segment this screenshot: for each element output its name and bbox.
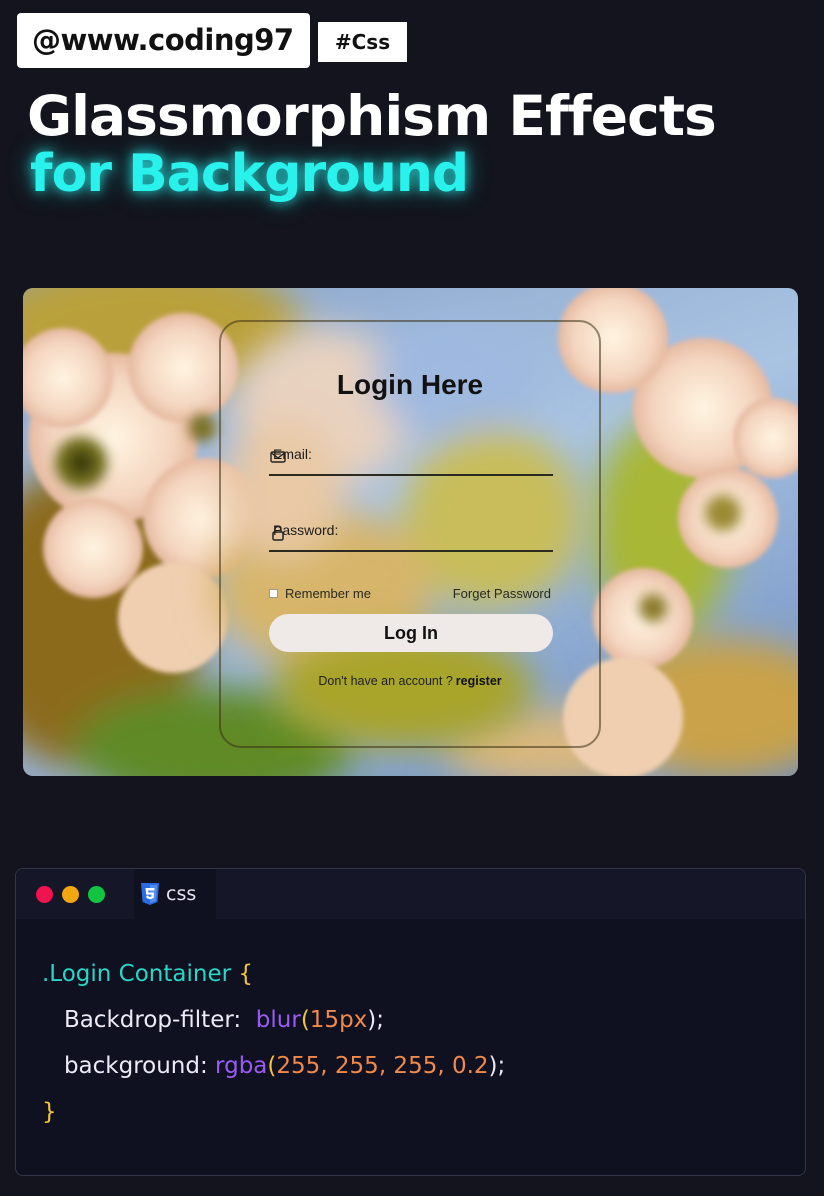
headline-line-2: for Background — [30, 144, 469, 204]
tab-label: css — [166, 883, 197, 905]
close-brace: } — [42, 1099, 57, 1125]
tab-css[interactable]: css — [134, 869, 216, 919]
forgot-password-link[interactable]: Forget Password — [453, 586, 551, 601]
headline-line-1: Glassmorphism Effects — [27, 84, 717, 148]
code-end-2: ); — [488, 1053, 506, 1079]
code-titlebar: css — [16, 869, 805, 919]
code-paren-1: ( — [300, 1007, 310, 1033]
maximize-dot[interactable] — [88, 886, 105, 903]
code-property-2: background: — [63, 1053, 208, 1079]
topic-tag: #Css — [318, 22, 407, 62]
demo-preview: Login Here Email: Password: Remember me … — [23, 288, 798, 776]
login-button[interactable]: Log In — [269, 614, 553, 652]
code-property-1: Backdrop-filter: — [63, 1007, 242, 1033]
email-field[interactable]: Email: — [269, 436, 553, 476]
remember-me-label: Remember me — [285, 586, 371, 601]
minimize-dot[interactable] — [62, 886, 79, 903]
code-value-1: 15px — [309, 1007, 368, 1033]
signup-prompt: Don't have an account ? register — [221, 674, 599, 688]
code-value-2: 255, 255, 255, 0.2 — [276, 1053, 489, 1079]
css-selector: .Login Container — [42, 961, 232, 987]
register-link[interactable]: register — [456, 674, 502, 688]
channel-handle: @www.coding97 — [17, 13, 310, 68]
login-title: Login Here — [336, 369, 484, 400]
code-end-1: ); — [367, 1007, 385, 1033]
lock-icon — [272, 525, 284, 541]
css-code: .Login Container { Backdrop-filter: blur… — [42, 951, 505, 1135]
close-dot[interactable] — [36, 886, 53, 903]
password-field[interactable]: Password: — [269, 512, 553, 552]
checkbox-box[interactable] — [269, 589, 278, 598]
login-container: Login Here Email: Password: Remember me … — [219, 320, 601, 748]
css3-icon — [141, 883, 159, 905]
open-brace: { — [238, 961, 254, 987]
code-function-2: rgba — [215, 1053, 268, 1079]
code-function-1: blur — [255, 1007, 301, 1033]
remember-me-checkbox[interactable]: Remember me — [269, 586, 371, 601]
mail-icon — [270, 451, 286, 463]
code-panel: css .Login Container { Backdrop-filter: … — [15, 868, 806, 1176]
signup-text: Don't have an account ? — [318, 674, 453, 688]
